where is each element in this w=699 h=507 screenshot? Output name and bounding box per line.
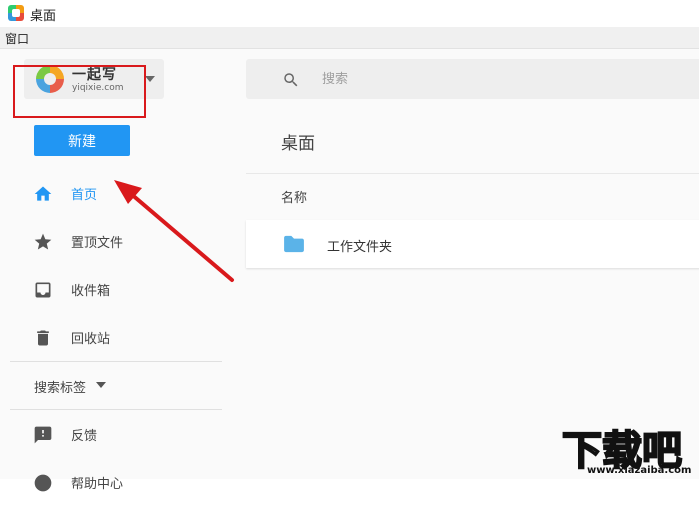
title-bar: 桌面 bbox=[0, 0, 699, 27]
home-icon bbox=[34, 186, 52, 201]
sidebar-item-label: 回收站 bbox=[71, 332, 111, 347]
trash-icon bbox=[37, 330, 49, 346]
folder-icon bbox=[284, 235, 304, 253]
help-icon bbox=[34, 474, 52, 492]
divider bbox=[246, 173, 699, 174]
new-button[interactable]: 新建 bbox=[34, 125, 130, 156]
star-icon bbox=[34, 233, 52, 250]
caret-down-icon bbox=[96, 382, 106, 388]
search-bar bbox=[246, 59, 699, 99]
sidebar-item-inbox[interactable]: 收件箱 bbox=[0, 266, 232, 314]
app-icon bbox=[8, 5, 24, 21]
main-content: 桌面 名称 工作文件夹 bbox=[232, 49, 699, 479]
window-title: 桌面 bbox=[30, 9, 57, 24]
sidebar-item-label: 首页 bbox=[71, 188, 98, 203]
watermark: 下载吧 www.xiazaiba.com bbox=[561, 420, 697, 479]
search-icon bbox=[284, 73, 298, 87]
sidebar-item-label: 反馈 bbox=[71, 429, 98, 444]
divider bbox=[10, 361, 222, 362]
sidebar-item-label: 置顶文件 bbox=[71, 236, 124, 251]
page-title: 桌面 bbox=[281, 134, 315, 154]
sidebar-item-trash[interactable]: 回收站 bbox=[0, 314, 232, 362]
annotation-highlight-box bbox=[13, 65, 146, 118]
sidebar-item-label: 帮助中心 bbox=[71, 477, 124, 492]
menu-item-window[interactable]: 窗口 bbox=[5, 30, 29, 47]
caret-down-icon bbox=[145, 76, 155, 82]
sidebar-item-pinned[interactable]: 置顶文件 bbox=[0, 218, 232, 266]
divider bbox=[10, 409, 222, 410]
watermark-url: www.xiazaiba.com bbox=[587, 465, 692, 476]
sidebar-item-label: 收件箱 bbox=[71, 284, 111, 299]
list-item[interactable]: 工作文件夹 bbox=[246, 220, 699, 268]
sidebar-item-home[interactable]: 首页 bbox=[0, 170, 232, 218]
search-input[interactable] bbox=[322, 67, 622, 91]
inbox-icon bbox=[35, 282, 51, 298]
sidebar-item-feedback[interactable]: 反馈 bbox=[0, 411, 232, 459]
list-item-name: 工作文件夹 bbox=[327, 240, 393, 255]
feedback-icon bbox=[34, 426, 52, 444]
sidebar-item-help[interactable]: 帮助中心 bbox=[0, 459, 232, 507]
column-header-name[interactable]: 名称 bbox=[281, 187, 307, 206]
search-tags-label: 搜索标签 bbox=[34, 381, 87, 396]
menu-bar: 窗口 bbox=[0, 27, 699, 49]
